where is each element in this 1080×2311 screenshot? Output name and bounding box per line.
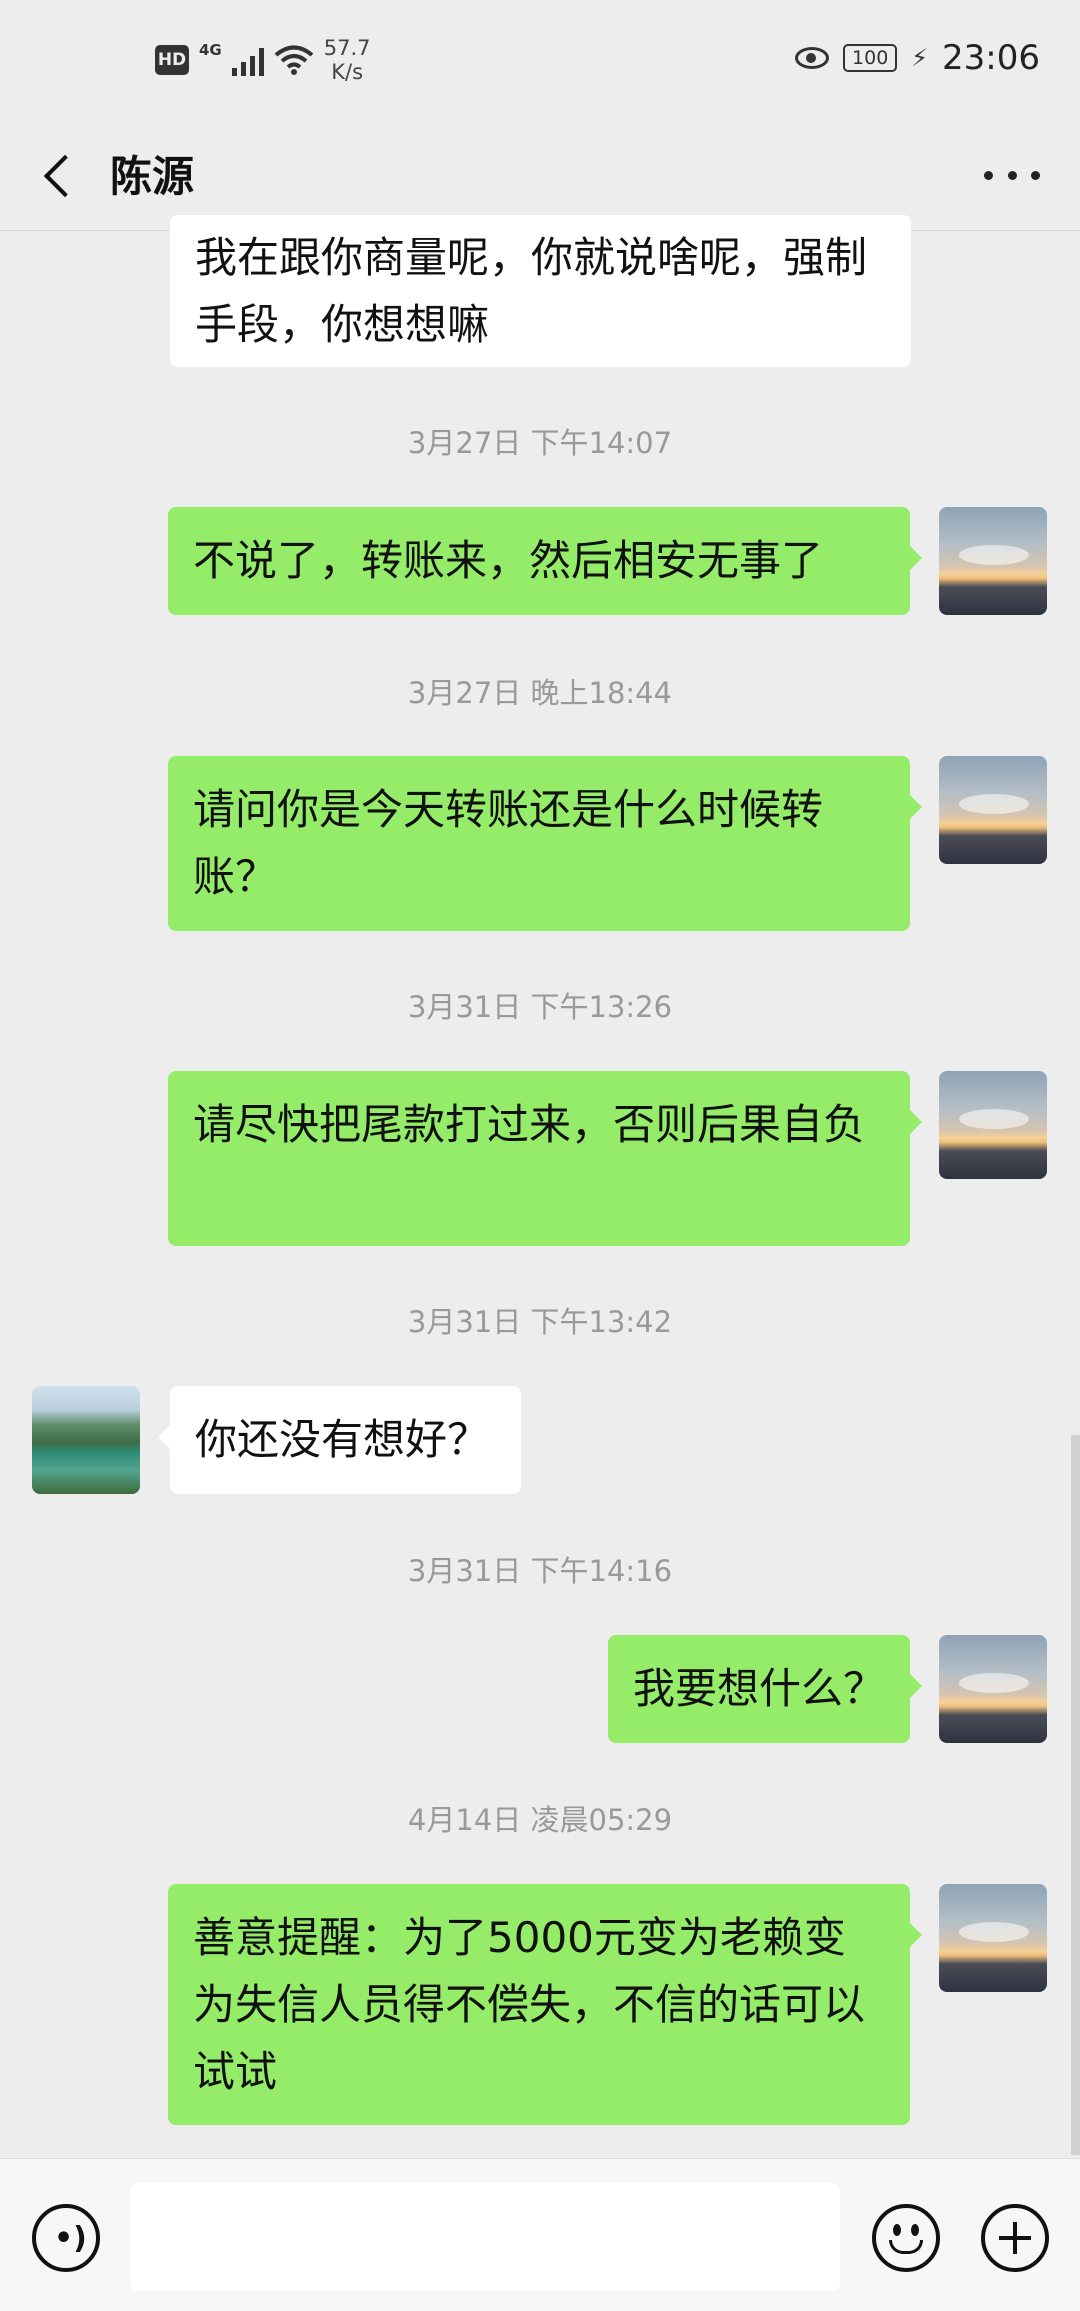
my-avatar[interactable] bbox=[939, 756, 1047, 864]
wifi-icon bbox=[274, 45, 314, 75]
charging-icon: ⚡ bbox=[911, 44, 929, 72]
network-type: 4G bbox=[199, 41, 222, 59]
status-bar: HD 4G 57.7 K/s 100 ⚡ 23:06 bbox=[0, 0, 1080, 125]
received-message[interactable]: 你还没有想好？ bbox=[158, 1386, 521, 1494]
timestamp: 3月31日 下午14:16 bbox=[407, 1554, 673, 1588]
more-dot-icon bbox=[1031, 170, 1040, 180]
sent-message[interactable]: 善意提醒：为了5000元变为老赖变为失信人员得不偿失，不信的话可以试试 bbox=[168, 1884, 922, 2125]
scrollbar[interactable] bbox=[1071, 1435, 1080, 2155]
signal-icon bbox=[231, 44, 264, 76]
clock: 23:06 bbox=[942, 38, 1040, 78]
timestamp: 3月31日 下午13:26 bbox=[407, 990, 673, 1024]
emoji-eye bbox=[911, 2224, 919, 2236]
emoji-icon bbox=[893, 2224, 901, 2236]
emoji-button[interactable] bbox=[872, 2204, 940, 2272]
input-bar: •) bbox=[0, 2158, 1080, 2311]
plus-button[interactable] bbox=[981, 2204, 1049, 2272]
speed-value: 57.7 bbox=[323, 36, 371, 60]
hd-badge: HD bbox=[155, 45, 189, 75]
voice-icon: •) bbox=[54, 2221, 87, 2256]
eye-icon bbox=[795, 47, 830, 69]
sent-message[interactable]: 请问你是今天转账还是什么时候转账？ bbox=[168, 756, 922, 931]
chat-title: 陈源 bbox=[110, 152, 195, 201]
status-left: HD 4G 57.7 K/s bbox=[155, 36, 371, 84]
more-dot-icon bbox=[984, 170, 993, 180]
my-avatar[interactable] bbox=[939, 1635, 1047, 1743]
status-right: 100 ⚡ 23:06 bbox=[795, 38, 1040, 78]
my-avatar[interactable] bbox=[939, 1884, 1047, 1992]
sent-message[interactable]: 不说了，转账来，然后相安无事了 bbox=[168, 507, 922, 615]
sent-message[interactable]: 我要想什么？ bbox=[608, 1635, 922, 1743]
message-input[interactable] bbox=[130, 2183, 840, 2291]
my-avatar[interactable] bbox=[939, 507, 1047, 615]
timestamp: 3月31日 下午13:42 bbox=[407, 1305, 673, 1339]
battery-icon: 100 bbox=[843, 44, 898, 72]
my-avatar[interactable] bbox=[939, 1071, 1047, 1179]
received-message[interactable]: 我在跟你商量呢，你就说啥呢，强制手段，你想想嘛 bbox=[170, 215, 911, 367]
timestamp: 3月27日 下午14:07 bbox=[407, 426, 673, 460]
more-dot-icon bbox=[1007, 170, 1017, 180]
voice-button[interactable]: •) bbox=[32, 2204, 100, 2272]
speed-unit: K/s bbox=[331, 60, 364, 84]
back-button[interactable] bbox=[38, 147, 92, 201]
network-speed: 57.7 K/s bbox=[324, 36, 371, 84]
timestamp: 4月14日 凌晨05:29 bbox=[407, 1803, 673, 1837]
emoji-mouth bbox=[889, 2240, 923, 2254]
timestamp: 3月27日 晚上18:44 bbox=[407, 676, 673, 710]
sent-message[interactable]: 请尽快把尾款打过来，否则后果自负 bbox=[168, 1071, 922, 1246]
more-button[interactable] bbox=[984, 155, 1040, 195]
contact-avatar[interactable] bbox=[32, 1386, 140, 1494]
